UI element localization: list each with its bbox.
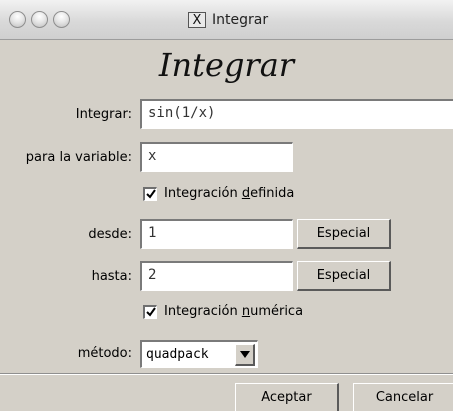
checkmark-icon [145,189,156,199]
method-select[interactable]: quadpack [140,340,258,368]
definite-integration-checkbox-row[interactable]: Integración definida [143,186,294,201]
method-select-value: quadpack [146,347,209,362]
lower-limit-special-button[interactable]: Especial [297,219,391,249]
accept-button[interactable]: Aceptar [235,383,339,411]
definite-label-suffix: efinida [250,186,295,201]
window-title: Integrar [212,12,269,28]
window-title-group: X Integrar [188,10,268,30]
dialog-heading: Integrar [158,46,295,84]
integrar-dialog: X Integrar Integrar Integrar: sin(1/x) p… [0,0,453,411]
method-label: método: [77,346,132,361]
expression-input[interactable]: sin(1/x) [140,99,453,129]
separator [0,373,453,375]
lower-limit-input[interactable]: 1 [140,219,293,249]
numeric-label-prefix: Integración [164,304,242,319]
x11-app-icon-glyph: X [192,12,202,28]
hasta-label: hasta: [91,269,132,284]
upper-limit-special-button[interactable]: Especial [297,261,391,291]
close-window-icon[interactable] [9,11,26,28]
numeric-integration-checkbox-row[interactable]: Integración numérica [143,304,303,319]
numeric-label-mnemonic: n [241,304,251,319]
definite-label-mnemonic: d [241,186,251,201]
variable-input[interactable]: x [140,142,293,172]
cancel-button[interactable]: Cancelar [353,383,453,411]
numeric-label-suffix: umérica [250,304,304,319]
x11-app-icon: X [188,12,206,28]
definite-integration-checkbox[interactable] [143,186,157,201]
desde-label: desde: [88,227,132,242]
variable-label: para la variable: [25,150,132,165]
definite-integration-label: Integración definida [164,186,294,201]
definite-label-prefix: Integración [164,186,242,201]
triangle-down-icon [239,350,250,358]
minimize-window-icon[interactable] [31,11,48,28]
zoom-window-icon[interactable] [53,11,70,28]
upper-limit-input[interactable]: 2 [140,261,293,291]
integrar-label: Integrar: [75,107,132,122]
checkmark-icon [145,307,156,317]
numeric-integration-checkbox[interactable] [143,304,157,319]
numeric-integration-label: Integración numérica [164,304,303,319]
dropdown-arrow-icon[interactable] [235,343,255,366]
title-bar[interactable]: X Integrar [0,0,453,40]
